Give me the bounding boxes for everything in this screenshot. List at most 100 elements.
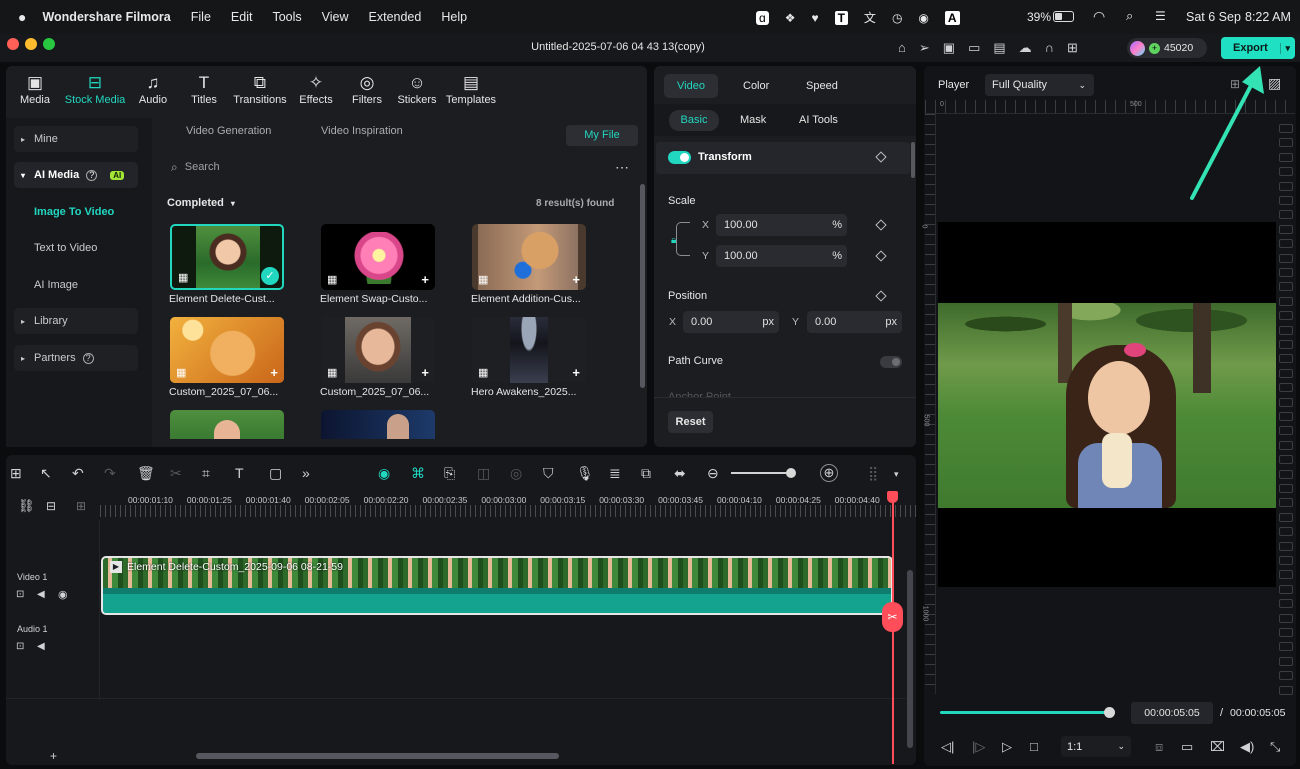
scale-y-field[interactable]: 100.00 % (716, 245, 847, 267)
menubar-date[interactable]: Sat 6 Sep (1186, 10, 1241, 24)
subtab-basic[interactable]: Basic (669, 110, 719, 131)
sidebar-item-image-to-video[interactable]: Image To Video (34, 206, 114, 218)
tab-audio[interactable]: ♫ Audio (136, 72, 170, 106)
snap-icon[interactable]: ⌘ (411, 465, 425, 482)
tab-titles[interactable]: T Titles (189, 72, 219, 106)
playback-progress-handle[interactable] (1104, 707, 1115, 718)
video-track-mute-icon[interactable]: ◀︎ (37, 589, 45, 600)
wifi-icon[interactable]: ◠ (1093, 8, 1105, 25)
ai-assistant-icon[interactable]: ◉ (378, 465, 390, 482)
tab-media[interactable]: ▣ Media (16, 72, 54, 106)
properties-scrollbar[interactable] (911, 142, 915, 178)
subtab-video-generation[interactable]: Video Generation (186, 125, 271, 137)
media-thumbnail[interactable] (170, 410, 284, 439)
cut-icon[interactable]: ✂ (170, 465, 182, 482)
tasks-icon[interactable]: ▣ (943, 40, 955, 56)
mark-icon[interactable]: ⧈ (1155, 739, 1163, 755)
track-link-icon[interactable]: ⊟ (46, 499, 56, 513)
more-tools-icon[interactable]: » (302, 465, 310, 481)
quality-dropdown[interactable]: Full Quality ⌄ (985, 74, 1094, 96)
shape-icon[interactable]: ▢ (269, 465, 282, 482)
status-record-icon[interactable]: ◉ (918, 11, 928, 25)
lock-icon[interactable]: 🔒︎ (671, 222, 690, 256)
subtab-video-inspiration[interactable]: Video Inspiration (321, 125, 403, 137)
zoom-out-icon[interactable]: ⊖ (707, 465, 719, 482)
credits-pill[interactable]: + 45020 (1127, 38, 1207, 58)
help-icon[interactable]: ? (82, 352, 94, 364)
add-icon[interactable]: + (270, 365, 278, 380)
display-icon[interactable]: ▭ (1181, 739, 1193, 755)
tab-speed[interactable]: Speed (806, 80, 838, 92)
stop-icon[interactable]: □ (1030, 739, 1038, 754)
apple-icon[interactable]: ● (18, 9, 26, 25)
my-file-button[interactable]: My File (566, 125, 638, 146)
headset-icon[interactable]: ∩ (1045, 40, 1054, 56)
add-track-button[interactable]: + (50, 749, 57, 763)
sidebar-item-partners[interactable]: ▸ Partners ? (14, 345, 138, 371)
text-icon[interactable]: T (235, 465, 244, 481)
insert-icon[interactable]: ⧉ (641, 465, 651, 482)
add-icon[interactable]: + (421, 365, 429, 380)
position-x-field[interactable]: 0.00 px (683, 311, 779, 333)
menu-edit[interactable]: Edit (231, 10, 253, 24)
audio-track-lock-icon[interactable]: ⊡ (16, 641, 24, 652)
redo-icon[interactable]: ↷ (104, 465, 116, 482)
sidebar-item-ai-media[interactable]: ▾ AI Media ? AI (14, 162, 138, 188)
tab-color[interactable]: Color (743, 80, 769, 92)
filter-dropdown[interactable]: Completed ▾ (167, 197, 235, 209)
auto-reframe-icon[interactable]: ⎘ (444, 465, 455, 482)
menu-view[interactable]: View (322, 10, 349, 24)
link-icon[interactable]: ⛓︎ (18, 498, 35, 514)
sidebar-item-library[interactable]: ▸ Library (14, 308, 138, 334)
status-lang-icon[interactable]: 文 (864, 9, 876, 26)
tab-stock-media[interactable]: ⊟ Stock Media (62, 72, 128, 106)
timeline-vertical-scrollbar[interactable] (907, 570, 913, 748)
media-thumbnail[interactable]: ▦ + (472, 224, 586, 290)
add-icon[interactable]: + (572, 365, 580, 380)
subtitles-icon[interactable]: ≣ (609, 465, 621, 482)
split-scissors-icon[interactable]: ✂ (882, 602, 903, 632)
previous-frame-icon[interactable]: ◁| (941, 739, 954, 755)
media-thumbnail[interactable]: ▦ + (321, 224, 435, 290)
position-y-field[interactable]: 0.00 px (807, 311, 902, 333)
menubar-time[interactable]: 8:22 AM (1245, 10, 1291, 24)
transform-toggle[interactable] (668, 151, 691, 164)
status-app-icon[interactable]: ɑ (756, 10, 769, 25)
tab-stickers[interactable]: ☺ Stickers (396, 72, 438, 106)
status-input-icon[interactable]: A (944, 10, 960, 25)
timeline-horizontal-scrollbar[interactable] (196, 753, 559, 759)
sidebar-item-mine[interactable]: ▸ Mine (14, 126, 138, 152)
tab-transitions[interactable]: ⧉ Transitions (231, 72, 289, 106)
chevron-down-icon[interactable]: ▾ (894, 469, 899, 480)
fullscreen-icon[interactable]: ⤡ (1270, 739, 1280, 755)
undo-icon[interactable]: ↶ (72, 465, 84, 482)
media-scrollbar[interactable] (640, 184, 645, 388)
tab-video[interactable]: Video (664, 74, 718, 98)
color-match-icon[interactable]: ◎ (510, 465, 522, 482)
play-icon[interactable]: ▷ (1002, 739, 1012, 755)
menu-extended[interactable]: Extended (369, 10, 422, 24)
more-options-icon[interactable]: ⋯ (615, 159, 630, 176)
playhead-handle[interactable] (887, 491, 898, 503)
status-dropbox-icon[interactable]: ❖ (785, 11, 796, 25)
battery-icon[interactable] (1053, 11, 1074, 22)
video-track-eye-icon[interactable]: ◉ (58, 588, 68, 601)
add-icon[interactable]: + (572, 272, 580, 287)
delete-icon[interactable]: 🗑︎ (137, 465, 155, 482)
tab-filters[interactable]: ◎ Filters (349, 72, 385, 106)
snapshot-icon[interactable]: ⌧ (1210, 739, 1225, 755)
app-name[interactable]: Wondershare Filmora (42, 10, 170, 24)
save-icon[interactable]: ▤ (993, 40, 1005, 56)
scale-x-field[interactable]: 100.00 % (716, 214, 847, 236)
grid-apps-icon[interactable]: ⊞ (1067, 40, 1078, 56)
spotlight-search-icon[interactable]: ⌕ (1126, 8, 1133, 24)
aspect-ratio-dropdown[interactable]: 1:1 ⌄ (1061, 736, 1131, 757)
subtab-mask[interactable]: Mask (740, 114, 766, 126)
control-center-icon[interactable]: ☰ (1155, 9, 1166, 23)
export-button[interactable]: Export ▾ (1221, 37, 1295, 59)
video-track-lock-icon[interactable]: ⊡ (16, 589, 24, 600)
microphone-icon[interactable]: 🎙︎ (576, 465, 594, 482)
camera-icon[interactable]: ◫ (477, 465, 490, 482)
subtab-ai-tools[interactable]: AI Tools (799, 114, 838, 126)
media-thumbnail[interactable]: ▦ ✓ (170, 224, 284, 290)
